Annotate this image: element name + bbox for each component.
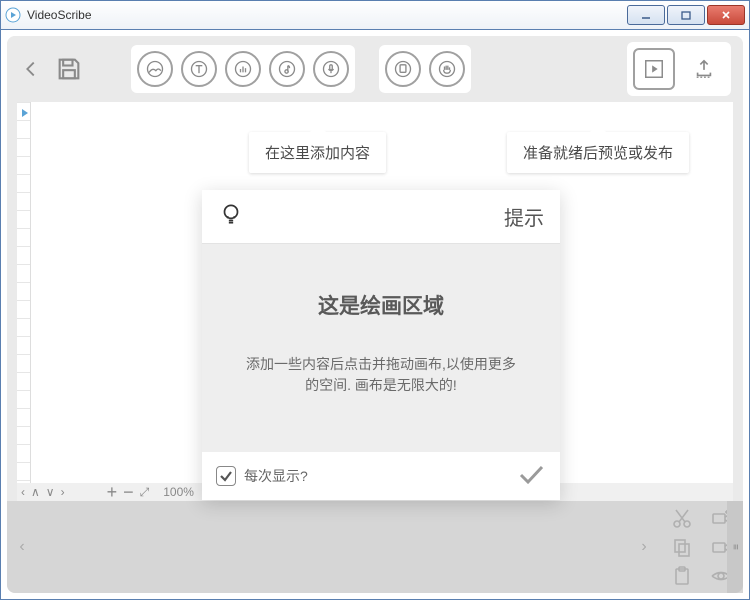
add-chart-button[interactable] xyxy=(225,51,261,87)
tooltip-preview-publish: 准备就绪后预览或发布 xyxy=(507,132,689,173)
titlebar: VideoScribe xyxy=(0,0,750,30)
lightbulb-icon xyxy=(218,201,244,232)
content-tools-group xyxy=(131,45,355,93)
timeline-scroll-left[interactable]: ‹ xyxy=(7,501,37,593)
tooltip-add-content-text: 在这里添加内容 xyxy=(265,145,370,162)
toolbar xyxy=(7,36,743,102)
dialog-body-line2: 的空间. 画布是无限大的! xyxy=(305,377,457,393)
zoom-level: 100% xyxy=(163,485,194,499)
tooltip-preview-publish-text: 准备就绪后预览或发布 xyxy=(523,145,673,162)
hand-tool-button[interactable] xyxy=(429,51,465,87)
dialog-heading: 这是绘画区域 xyxy=(222,290,540,320)
nav-left-icon[interactable]: ‹ xyxy=(21,485,25,499)
confirm-button[interactable] xyxy=(516,459,546,494)
clipboard-icon[interactable] xyxy=(663,562,700,589)
preview-button[interactable] xyxy=(633,48,675,90)
timeline-scroll-right[interactable]: › xyxy=(629,501,659,593)
side-tab[interactable]: ≡ xyxy=(727,501,743,593)
add-voiceover-button[interactable] xyxy=(313,51,349,87)
copy-icon[interactable] xyxy=(663,534,700,561)
checkbox-icon xyxy=(216,466,236,486)
nav-up-icon[interactable]: ∧ xyxy=(31,485,40,499)
nav-down-icon[interactable]: ∨ xyxy=(46,485,55,499)
timeline-panel: ‹ › ≡ xyxy=(7,501,743,593)
ruler-vertical xyxy=(17,102,31,483)
zoom-out-icon[interactable]: − xyxy=(123,482,134,503)
canvas-tools-group xyxy=(379,45,471,93)
dialog-title: 提示 xyxy=(504,202,544,231)
dialog-body-line1: 添加一些内容后点击并拖动画布,以使用更多 xyxy=(246,356,516,372)
maximize-button[interactable] xyxy=(667,5,705,25)
zoom-fit-icon[interactable]: ⤢ xyxy=(140,485,150,500)
output-group xyxy=(627,42,731,96)
window-title: VideoScribe xyxy=(27,8,627,22)
save-button[interactable] xyxy=(51,51,87,87)
back-button[interactable] xyxy=(19,51,43,87)
checkbox-label: 每次显示? xyxy=(244,466,308,486)
cut-icon[interactable] xyxy=(663,505,700,532)
zoom-in-icon[interactable]: + xyxy=(107,482,118,503)
add-image-button[interactable] xyxy=(137,51,173,87)
add-music-button[interactable] xyxy=(269,51,305,87)
tooltip-add-content: 在这里添加内容 xyxy=(249,132,386,173)
app-icon xyxy=(5,7,21,23)
timeline-track[interactable] xyxy=(37,501,629,593)
add-text-button[interactable] xyxy=(181,51,217,87)
publish-button[interactable] xyxy=(683,48,725,90)
close-button[interactable] xyxy=(707,5,745,25)
show-every-time-checkbox[interactable]: 每次显示? xyxy=(216,466,308,486)
nav-right-icon[interactable]: › xyxy=(61,485,65,499)
paper-settings-button[interactable] xyxy=(385,51,421,87)
hint-dialog: 提示 这是绘画区域 添加一些内容后点击并拖动画布,以使用更多 的空间. 画布是无… xyxy=(202,190,560,500)
minimize-button[interactable] xyxy=(627,5,665,25)
